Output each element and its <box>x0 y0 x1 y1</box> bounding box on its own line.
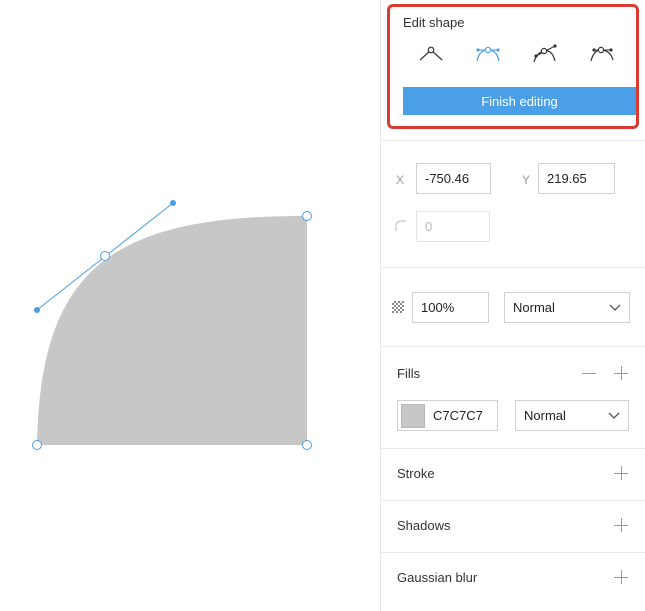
divider <box>381 140 645 141</box>
finish-editing-button[interactable]: Finish editing <box>403 87 636 115</box>
add-shadow-button[interactable] <box>614 518 628 532</box>
fill-color-hex: C7C7C7 <box>433 408 483 423</box>
edit-shape-section: Edit shape Finish editing <box>387 4 639 129</box>
asymmetric-point-icon[interactable] <box>586 41 618 67</box>
blend-mode-value: Normal <box>513 300 555 315</box>
divider <box>381 346 645 347</box>
fill-color-field[interactable]: C7C7C7 <box>397 400 498 431</box>
corner-radius-input[interactable]: 0 <box>416 211 490 242</box>
anchor-point-curve[interactable] <box>100 251 110 261</box>
divider <box>381 448 645 449</box>
fill-blend-mode-value: Normal <box>524 408 566 423</box>
corner-radius-icon <box>395 219 407 231</box>
add-fill-button[interactable] <box>614 366 628 380</box>
opacity-checker-icon <box>392 301 404 313</box>
add-stroke-button[interactable] <box>614 466 628 480</box>
design-canvas[interactable] <box>0 0 380 611</box>
fill-color-swatch[interactable] <box>401 403 425 428</box>
bezier-handle-end[interactable] <box>170 200 176 206</box>
gaussian-blur-title: Gaussian blur <box>397 570 478 585</box>
fill-blend-mode-select[interactable]: Normal <box>515 400 629 431</box>
add-blur-button[interactable] <box>614 570 628 584</box>
bezier-handle-start[interactable] <box>34 307 40 313</box>
anchor-point-bottom-left[interactable] <box>32 440 42 450</box>
shadows-title: Shadows <box>397 518 451 533</box>
mirrored-point-icon[interactable] <box>472 41 504 67</box>
straight-point-icon[interactable] <box>415 41 447 67</box>
blend-mode-select[interactable]: Normal <box>504 292 630 323</box>
quarter-shape[interactable] <box>37 215 307 445</box>
edit-shape-title: Edit shape <box>403 15 465 30</box>
anchor-point-bottom-right[interactable] <box>302 440 312 450</box>
stroke-title: Stroke <box>397 466 435 481</box>
divider <box>381 267 645 268</box>
y-label: Y <box>522 173 531 187</box>
remove-fill-button[interactable] <box>582 366 596 380</box>
y-input[interactable]: 219.65 <box>538 163 615 194</box>
opacity-input[interactable]: 100% <box>412 292 489 323</box>
fills-title: Fills <box>397 366 421 381</box>
chevron-down-icon <box>609 304 621 311</box>
divider <box>381 552 645 553</box>
x-label: X <box>396 173 405 187</box>
disconnected-point-icon[interactable] <box>529 41 561 67</box>
canvas-drawing <box>32 200 312 450</box>
x-input[interactable]: -750.46 <box>416 163 491 194</box>
anchor-point-top-right[interactable] <box>302 211 312 221</box>
inspector-panel: Edit shape Finish editing X -750.46 Y 21… <box>380 0 645 611</box>
chevron-down-icon <box>608 412 620 419</box>
divider <box>381 500 645 501</box>
